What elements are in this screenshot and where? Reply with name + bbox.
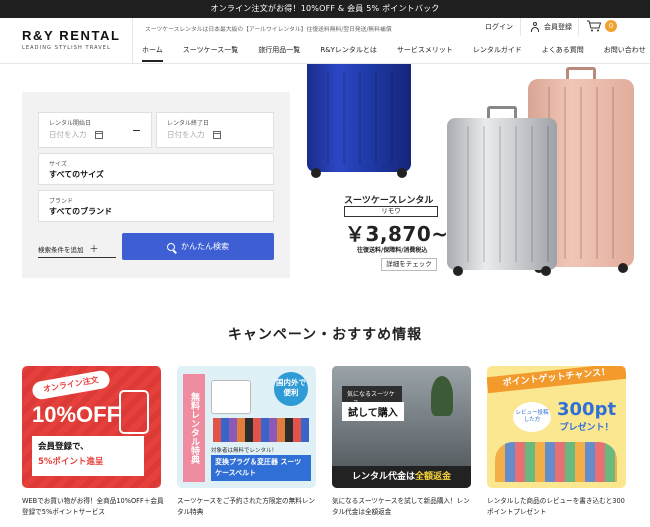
header-separator (520, 18, 521, 36)
campaign-desc-1: WEBでお買い物がお得！全商品10%OFF＋会員登録で5%ポイントサービス (22, 497, 164, 516)
cart-count-badge: 0 (605, 20, 617, 32)
header-separator (578, 18, 579, 36)
campaign-card-online-discount[interactable]: オンライン注文 10%OFF 会員登録で、 5%ポイント進呈 (22, 366, 161, 488)
nav-guide[interactable]: レンタルガイド (463, 40, 532, 64)
hero-brand: リモワ (344, 206, 438, 217)
card-tag: 変換プラグ＆変圧器 スーツケースベルト (211, 455, 311, 481)
nav-faq[interactable]: よくある質問 (532, 40, 594, 64)
campaign-card-review-points[interactable]: ポイントゲットチャンス！ レビュー投稿した方 300pt プレゼント！ (487, 366, 626, 488)
hero-price-note: 往復送料/保障料/消費税込 (357, 247, 428, 254)
size-select[interactable]: サイズ すべてのサイズ (38, 153, 274, 185)
card-headline: 試して購入 (342, 402, 404, 421)
main-nav: ホーム スーツケース一覧 旅行用品一覧 R&Yレンタルとは サービスメリット レ… (132, 40, 650, 64)
card-points-gift: プレゼント！ (559, 423, 614, 433)
card-bottom-banner: レンタル代金は全額返金 (332, 466, 471, 488)
campaign-desc-3: 気になるスーツケースを試して新品購入！レンタル代金は全額返金 (332, 497, 470, 516)
card-bottom-a: レンタル代金は (351, 472, 415, 482)
user-icon (530, 22, 540, 32)
card-strip-line2: 5%ポイント進呈 (38, 457, 104, 467)
add-condition-label: 検索条件を追加 (38, 245, 84, 254)
end-date-placeholder-text: 日付を入力 (167, 130, 205, 139)
start-date-label: レンタル開始日 (49, 120, 92, 127)
nav-contact[interactable]: お問い合わせ (594, 40, 650, 64)
size-value: すべてのサイズ (49, 170, 104, 179)
cart-button[interactable]: 0 (587, 20, 617, 32)
end-date-placeholder: 日付を入力 (167, 129, 221, 140)
hero-detail-button[interactable]: 詳細をチェック (381, 258, 437, 271)
card-points-value: 300pt (557, 399, 617, 420)
suitcase-belts-image (213, 418, 309, 442)
login-label: ログイン (485, 23, 513, 31)
campaign-card-free-rental[interactable]: 無料レンタル特典 国内外で便利 対象者は無料でレンタル！ 変換プラグ＆変圧器 ス… (177, 366, 316, 488)
plug-adapter-image (211, 380, 251, 414)
nav-about[interactable]: R&Yレンタルとは (310, 40, 387, 64)
start-date-placeholder: 日付を入力 (49, 129, 103, 140)
start-date-placeholder-text: 日付を入力 (49, 130, 87, 139)
card-speech-bubble: レビュー投稿した方 (513, 402, 551, 432)
register-link[interactable]: 会員登録 (530, 22, 572, 32)
date-range-dash (133, 130, 140, 131)
card-discount: 10%OFF (32, 402, 121, 427)
people-illustration (495, 442, 617, 482)
logo-subtitle: LEADING STYLISH TRAVEL (22, 45, 111, 51)
campaign-desc-4: レンタルした商品のレビューを書き込むと300ポイントプレゼント (487, 497, 625, 516)
card-strip: 会員登録で、 5%ポイント進呈 (32, 436, 144, 476)
brand-value: すべてのブランド (49, 207, 113, 216)
card-vertical-banner: 無料レンタル特典 (183, 374, 205, 482)
campaign-desc-2: スーツケースをご予約された方限定の無料レンタル特典 (177, 497, 316, 516)
card-points: 300pt プレゼント！ (557, 399, 617, 434)
smartphone-icon (119, 390, 149, 434)
search-icon (167, 242, 175, 251)
header-tagline: スーツケースレンタルは日本最大級の【アールワイレンタル】往復送料無料/翌日発送/… (145, 27, 392, 33)
nav-merits[interactable]: サービスメリット (387, 40, 463, 64)
plant-image (431, 376, 453, 416)
search-submit-button[interactable]: かんたん検索 (122, 233, 274, 260)
register-label: 会員登録 (544, 23, 572, 31)
brand-label: ブランド (49, 198, 74, 205)
calendar-icon (212, 130, 221, 139)
nav-suitcase-list[interactable]: スーツケース一覧 (173, 40, 249, 64)
silver-suitcase-image (447, 106, 557, 276)
logo[interactable]: R&Y RENTAL LEADING STYLISH TRAVEL (22, 28, 122, 52)
logo-wordmark: R&Y RENTAL (22, 28, 121, 43)
site-header: R&Y RENTAL LEADING STYLISH TRAVEL スーツケース… (0, 18, 650, 64)
add-condition-button[interactable]: 検索条件を追加 ＋ (38, 240, 116, 258)
nav-travel-goods[interactable]: 旅行用品一覧 (248, 40, 310, 64)
blue-suitcase-image (307, 64, 411, 178)
plus-icon: ＋ (89, 245, 99, 255)
end-date-label: レンタル終了日 (167, 120, 210, 127)
card-note: 対象者は無料でレンタル！ (211, 448, 278, 454)
brand-select[interactable]: ブランド すべてのブランド (38, 190, 274, 222)
card-strip-line1: 会員登録で、 (38, 442, 89, 452)
card-ribbon: ポイントゲットチャンス！ (487, 366, 626, 394)
nav-home[interactable]: ホーム (132, 40, 173, 64)
hero-price: ￥3,870~ (345, 222, 449, 246)
hero-title: スーツケースレンタル (344, 196, 434, 206)
size-label: サイズ (49, 161, 67, 168)
search-submit-label: かんたん検索 (181, 242, 229, 251)
login-link[interactable]: ログイン (485, 22, 513, 32)
card-pill: オンライン注文 (31, 369, 111, 401)
campaign-section-title: キャンペーン・おすすめ情報 (227, 327, 423, 343)
end-date-field[interactable]: レンタル終了日 日付を入力 (156, 112, 274, 148)
card-circle-badge: 国内外で便利 (274, 372, 308, 406)
calendar-icon (94, 130, 103, 139)
announcement-bar: オンライン注文がお得！10%OFF & 会員 5% ポイントバック (0, 0, 650, 18)
campaign-card-try-and-buy[interactable]: 気になるスーツケース 試して購入 レンタル代金は全額返金 (332, 366, 471, 488)
card-bottom-b: 全額返金 (415, 472, 452, 482)
cart-icon (587, 20, 601, 32)
